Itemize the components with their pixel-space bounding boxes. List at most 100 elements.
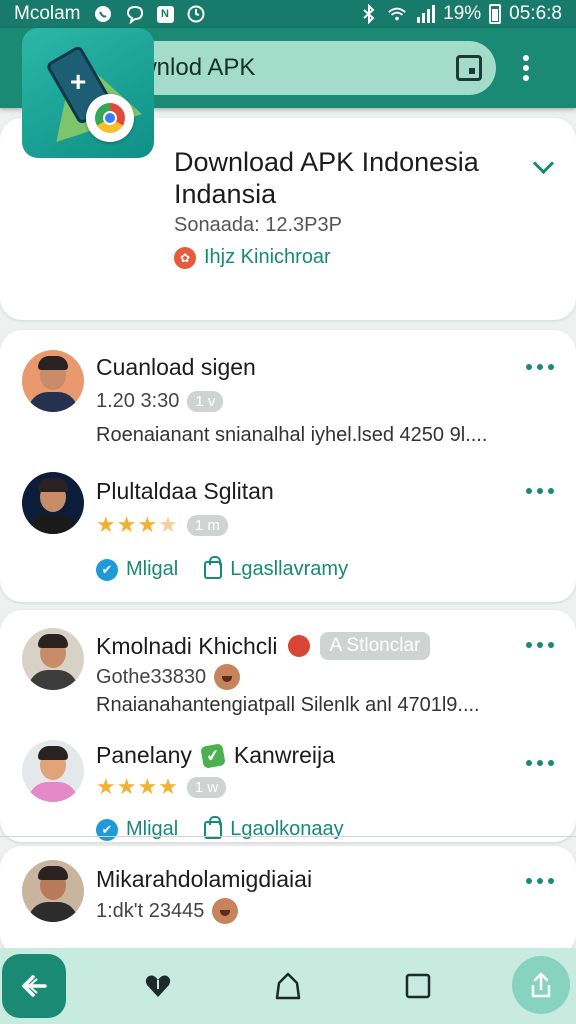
avatar[interactable] bbox=[22, 628, 84, 690]
reviewer-name-text: Mikarahdolamigdiaiai bbox=[96, 866, 313, 892]
battery-icon bbox=[489, 4, 502, 24]
plus-icon: + bbox=[70, 66, 87, 97]
search-input[interactable]: wwnlod APK bbox=[122, 54, 456, 82]
review-card bbox=[0, 846, 576, 956]
review-chip: 1 v bbox=[187, 391, 224, 412]
clock-icon bbox=[186, 4, 206, 24]
chevron-down-icon[interactable] bbox=[530, 154, 558, 182]
more-options-button[interactable] bbox=[526, 362, 554, 372]
emoji-icon bbox=[212, 898, 239, 924]
whatsapp-icon bbox=[93, 4, 113, 24]
shop-label: Lgasllavramy bbox=[230, 558, 349, 580]
more-options-button[interactable] bbox=[526, 876, 554, 886]
dot-icon bbox=[537, 642, 543, 648]
review-meta: 1.20 3:30 1 v bbox=[96, 390, 224, 413]
chrome-icon bbox=[86, 94, 134, 142]
hair-shape bbox=[38, 746, 68, 760]
dot-icon bbox=[526, 488, 532, 494]
avatar[interactable] bbox=[22, 740, 84, 802]
message-label: Mligal bbox=[126, 558, 179, 580]
share-button[interactable] bbox=[512, 956, 570, 1014]
review-chip: 1 w bbox=[186, 776, 227, 798]
review-actions: ✔ Mligal Lgasllavramy bbox=[96, 555, 349, 581]
badge-icon bbox=[287, 635, 310, 657]
review-chip: A Stlonclar bbox=[319, 632, 431, 660]
app-developer[interactable]: ✿ Ihjz Kinichroar bbox=[174, 246, 331, 269]
shop-button[interactable]: Lgasllavramy bbox=[204, 555, 349, 581]
battery-percent: 19% bbox=[443, 3, 482, 24]
reviewer-name: Plultaldaa Sglitan bbox=[96, 478, 274, 505]
dot-icon bbox=[548, 642, 554, 648]
dot-icon bbox=[548, 488, 554, 494]
review-actions: ✔ Mligal Lgaolkonaay bbox=[96, 815, 344, 841]
status-bar: Mcolam N 19% 05:6:8 bbox=[0, 0, 576, 28]
more-options-button[interactable] bbox=[526, 758, 554, 768]
more-options-button[interactable] bbox=[526, 486, 554, 496]
heart-icon bbox=[145, 975, 171, 997]
dot-icon bbox=[526, 760, 532, 766]
app-title-line1: Download APK Indonesia bbox=[174, 147, 479, 177]
more-options-button[interactable] bbox=[526, 640, 554, 650]
dot-icon bbox=[537, 364, 543, 370]
hair-shape bbox=[38, 866, 68, 880]
dot-icon bbox=[548, 364, 554, 370]
message-label: Mligal bbox=[126, 818, 179, 840]
developer-name[interactable]: Ihjz Kinichroar bbox=[204, 246, 331, 269]
square-icon bbox=[405, 973, 431, 999]
favorites-button[interactable] bbox=[134, 962, 182, 1010]
app-size: Sonaada: 12.3P3P bbox=[174, 214, 342, 236]
review-date: Gothe33830 bbox=[96, 665, 207, 688]
reviewer-name: Panelany ✔ Kanwreija bbox=[96, 742, 335, 769]
reviewer-name-text: Kmolnadi Khichcli bbox=[96, 632, 278, 659]
home-button[interactable] bbox=[264, 962, 312, 1010]
dot-icon bbox=[523, 55, 529, 61]
divider bbox=[0, 836, 576, 837]
arrow-left-icon bbox=[22, 975, 47, 997]
reviewer-name-text: Plultaldaa Sglitan bbox=[96, 478, 274, 504]
shirt-shape bbox=[28, 670, 78, 690]
scan-icon[interactable] bbox=[456, 55, 482, 81]
dot-icon bbox=[548, 878, 554, 884]
recents-button[interactable] bbox=[394, 962, 442, 1010]
shirt-shape bbox=[28, 392, 78, 412]
dot-icon bbox=[526, 364, 532, 370]
developer-icon: ✿ bbox=[174, 246, 196, 269]
bluetooth-icon bbox=[359, 4, 379, 24]
home-icon bbox=[275, 972, 301, 1000]
app-title-line2: Indansia bbox=[174, 179, 277, 209]
avatar[interactable] bbox=[22, 472, 84, 534]
clock-time: 05:6:8 bbox=[509, 3, 562, 24]
avatar[interactable] bbox=[22, 860, 84, 922]
reviewer-name: Kmolnadi Khichcli A Stlonclar bbox=[96, 632, 431, 660]
carrier-name: Mcolam bbox=[14, 3, 81, 24]
notification-icon: N bbox=[156, 5, 174, 23]
star-rating: ★★★★ bbox=[96, 774, 179, 799]
reviewer-name-text: Cuanload sigen bbox=[96, 354, 256, 380]
reviewer-name-secondary: Kanwreija bbox=[233, 742, 335, 768]
star-rating: ★★★★ bbox=[96, 512, 179, 537]
hair-shape bbox=[38, 478, 68, 492]
review-meta: Gothe33830 bbox=[96, 664, 241, 690]
signal-icon bbox=[415, 4, 436, 24]
review-text: Rnaianahantengiatpall Silenlk anl 4701l9… bbox=[96, 694, 480, 716]
review-rating: ★★★★ 1 m bbox=[96, 512, 228, 538]
shirt-shape bbox=[28, 782, 78, 802]
review-rating: ★★★★ 1 w bbox=[96, 774, 227, 800]
wifi-icon bbox=[387, 4, 407, 24]
messenger-icon bbox=[125, 4, 145, 24]
shop-button[interactable]: Lgaolkonaay bbox=[204, 815, 344, 841]
review-date: 1.20 3:30 bbox=[96, 390, 180, 412]
dot-icon bbox=[537, 878, 543, 884]
hair-shape bbox=[38, 634, 68, 648]
app-logo[interactable]: + bbox=[22, 28, 154, 158]
overflow-menu-button[interactable] bbox=[496, 28, 556, 108]
avatar[interactable] bbox=[22, 350, 84, 412]
messenger-icon: ✔ bbox=[96, 558, 118, 581]
shirt-shape bbox=[28, 902, 78, 922]
message-button[interactable]: ✔ Mligal bbox=[96, 558, 178, 581]
review-chip: 1 m bbox=[186, 514, 228, 536]
bag-icon bbox=[204, 555, 223, 579]
review-meta: 1:dk't 23445 bbox=[96, 898, 239, 924]
message-button[interactable]: ✔ Mligal bbox=[96, 818, 178, 841]
nav-back-button[interactable] bbox=[2, 954, 66, 1018]
